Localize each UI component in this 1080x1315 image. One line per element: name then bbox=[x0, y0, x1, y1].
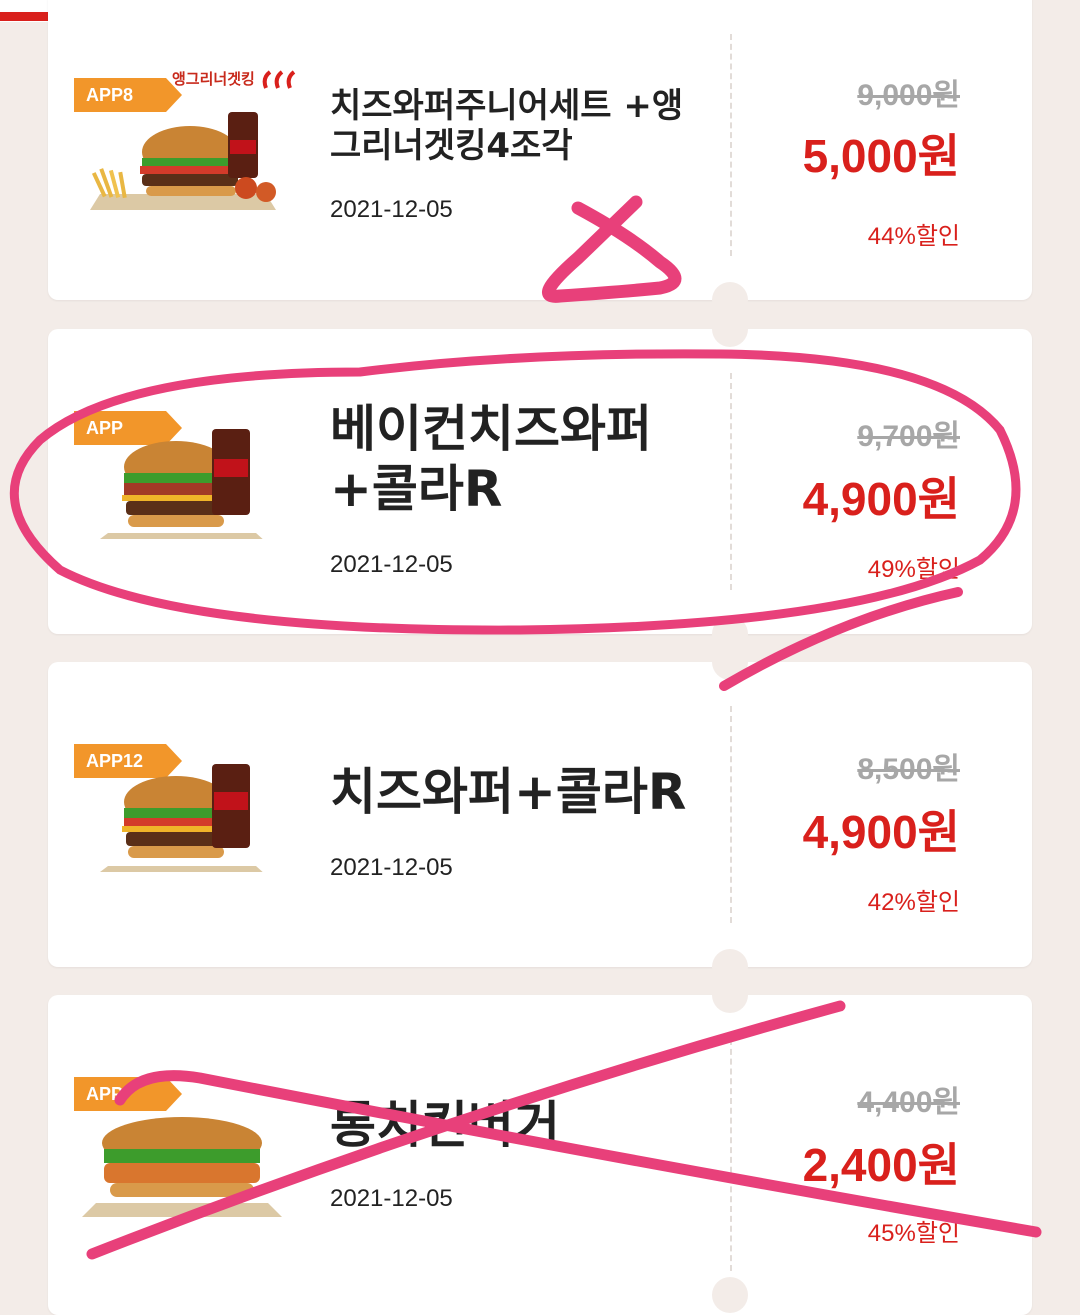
app-badge: APP bbox=[74, 1077, 182, 1111]
original-price: 4,400원 bbox=[857, 1086, 960, 1119]
cola-cup-icon bbox=[212, 429, 250, 515]
sale-price: 2,400원 bbox=[802, 1139, 960, 1191]
original-price: 8,500원 bbox=[857, 753, 960, 786]
coupon-title: 베이컨치즈와퍼 +콜라R bbox=[330, 400, 652, 518]
original-price: 9,000원 bbox=[857, 79, 960, 112]
coupon-divider bbox=[730, 373, 732, 590]
burger-icon bbox=[100, 764, 263, 872]
burger-icon bbox=[82, 1117, 282, 1217]
cola-cup-icon bbox=[228, 112, 258, 178]
burger-icon bbox=[100, 429, 263, 539]
coupon-divider bbox=[730, 1039, 732, 1271]
coupon-card[interactable]: APP8 앵그리너겟킹 치즈와퍼주니어세트 +앵그리너겟킹4조각 2021-12… bbox=[48, 0, 1032, 318]
discount-label: 45%할인 bbox=[867, 1220, 960, 1247]
discount-label: 49%할인 bbox=[867, 556, 960, 583]
coupon-card[interactable]: APP12 치즈와퍼+콜라R 2021-12-05 8,500원 4,900원 … bbox=[48, 644, 1032, 985]
fries-icon bbox=[91, 168, 127, 199]
coupon-card[interactable]: APP 통치킨버거 2021-12-05 4,400원 2,400원 45%할인 bbox=[48, 977, 1032, 1315]
coupon-date: 2021-12-05 bbox=[330, 1185, 453, 1212]
discount-label: 42%할인 bbox=[867, 889, 960, 916]
coupon-notch bbox=[712, 644, 748, 680]
coupon-card[interactable]: APP 베이컨치즈와퍼 +콜라R 2021-12-05 9,700원 4,900… bbox=[48, 311, 1032, 652]
sale-price: 5,000원 bbox=[802, 130, 960, 182]
promo-tag: 앵그리너겟킹 bbox=[172, 68, 300, 90]
sale-price: 4,900원 bbox=[802, 806, 960, 858]
coupon-date: 2021-12-05 bbox=[330, 551, 453, 578]
sale-price: 4,900원 bbox=[802, 473, 960, 525]
coupon-notch bbox=[712, 311, 748, 347]
cola-cup-icon bbox=[212, 764, 250, 848]
chili-icon bbox=[262, 69, 296, 89]
original-price: 9,700원 bbox=[857, 420, 960, 453]
coupon-notch bbox=[712, 1277, 748, 1313]
coupon-date: 2021-12-05 bbox=[330, 854, 453, 881]
coupon-date: 2021-12-05 bbox=[330, 196, 453, 223]
coupon-title: 통치킨버거 bbox=[330, 1096, 560, 1154]
coupon-divider bbox=[730, 706, 732, 923]
discount-label: 44%할인 bbox=[867, 223, 960, 250]
coupon-divider bbox=[730, 34, 732, 256]
coupon-notch bbox=[712, 977, 748, 1013]
burger-icon bbox=[90, 112, 276, 210]
coupon-title: 치즈와퍼+콜라R bbox=[330, 763, 687, 821]
coupon-title: 치즈와퍼주니어세트 +앵그리너겟킹4조각 bbox=[330, 86, 684, 166]
